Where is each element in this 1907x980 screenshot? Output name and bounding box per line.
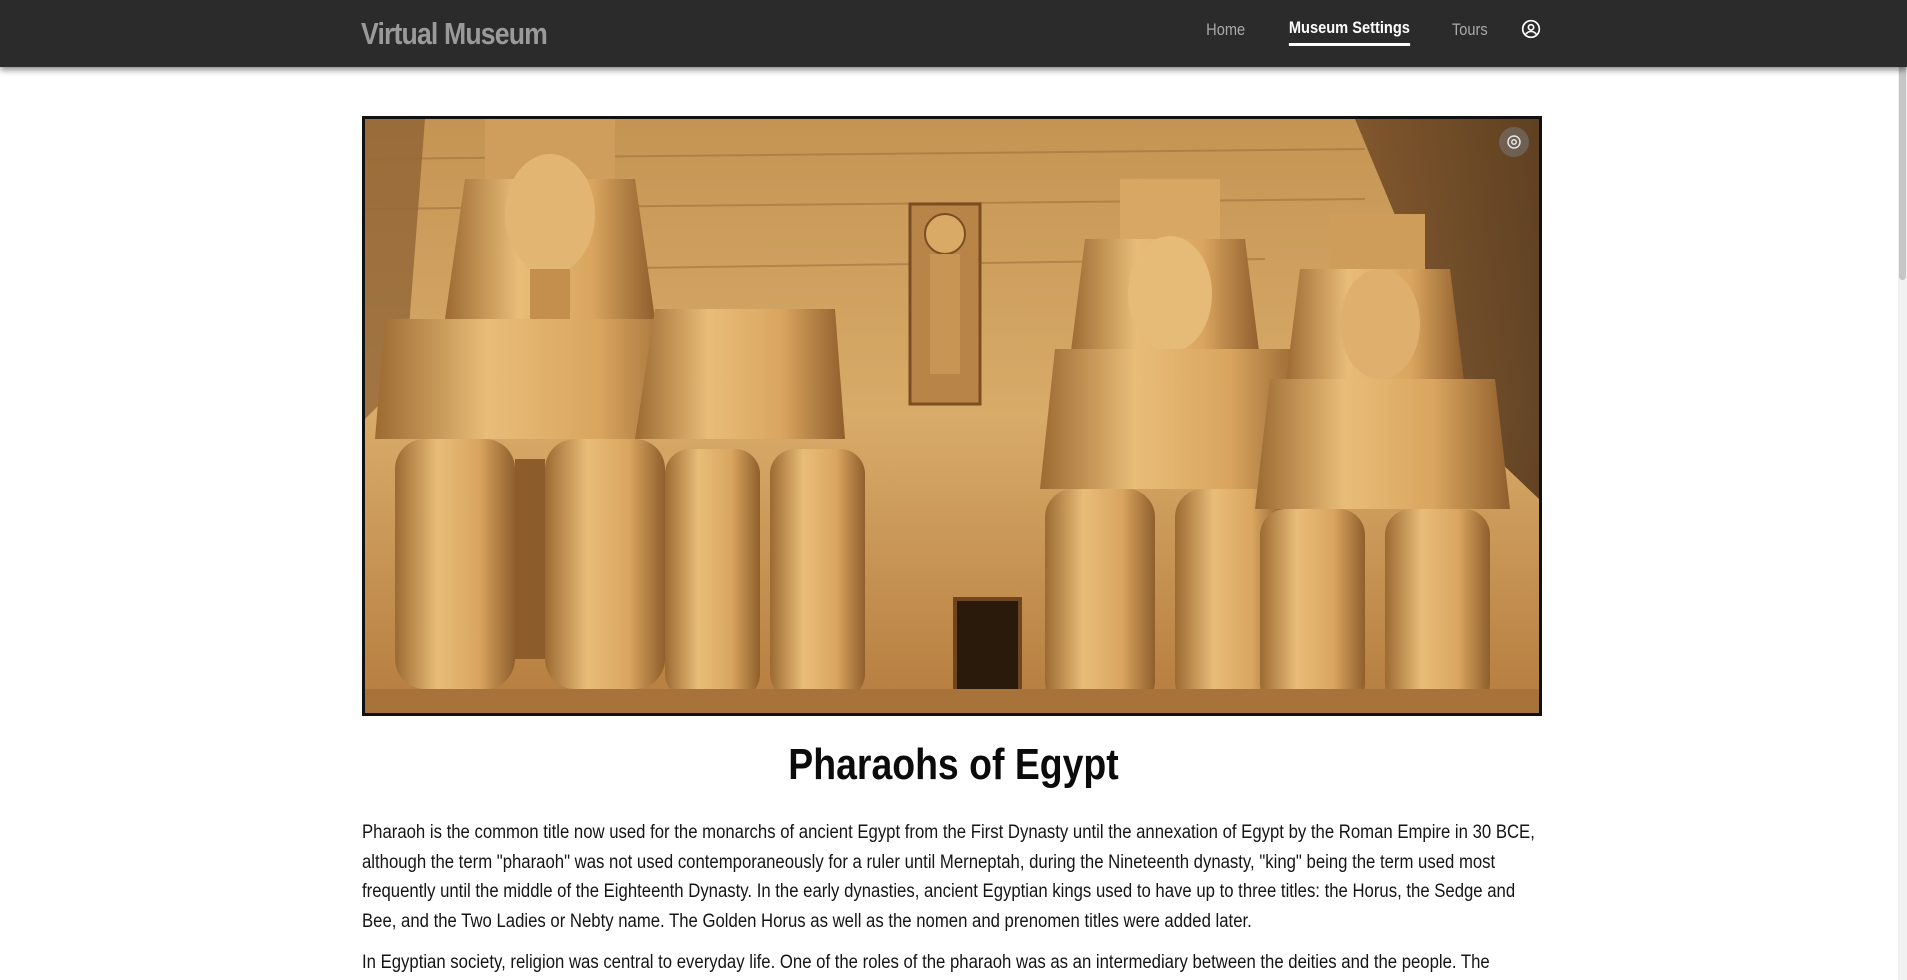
nav-link-home[interactable]: Home [1206,20,1245,45]
article-paragraph: Pharaoh is the common title now used for… [362,822,1535,932]
abu-simbel-illustration [365,119,1539,713]
page-title: Pharaohs of Egypt [788,740,1119,789]
article-body: Pharaoh is the common title now used for… [362,818,1547,980]
nav-link-tours[interactable]: Tours [1452,20,1488,45]
page-scrollbar[interactable] [1898,0,1907,980]
nav-links: Home Museum Settings Tours [1173,18,1541,46]
top-navbar: Virtual Museum Home Museum Settings Tour… [0,0,1907,67]
account-circle-icon[interactable] [1521,19,1541,39]
nav-link-museum-settings[interactable]: Museum Settings [1288,18,1410,46]
brand-logo[interactable]: Virtual Museum [361,16,548,52]
camera-icon[interactable] [1499,127,1529,157]
colossus-2 [635,309,865,699]
hero-image [362,116,1542,716]
scrollbar-thumb[interactable] [1899,60,1906,280]
article-paragraph: In Egyptian society, religion was centra… [362,952,1490,973]
